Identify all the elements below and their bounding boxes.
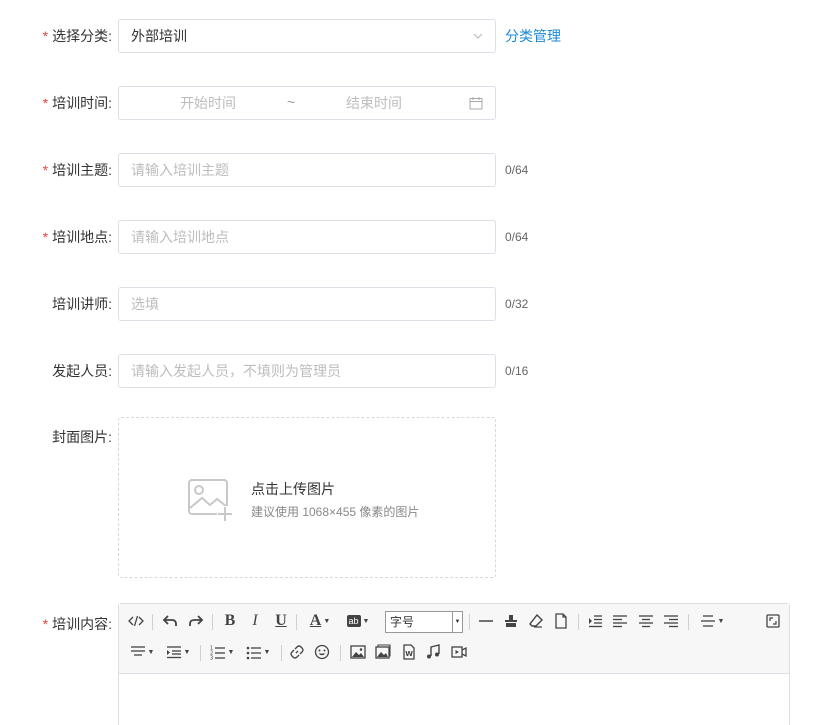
location-label-text: 培训地点:: [52, 229, 112, 245]
time-label: * 培训时间:: [0, 86, 112, 120]
font-size-select-value: 字号: [390, 615, 415, 629]
location-counter: 0/64: [505, 230, 529, 244]
link-icon[interactable]: [286, 641, 308, 663]
music-icon[interactable]: [422, 641, 444, 663]
required-mark: *: [42, 162, 49, 178]
indent-icon[interactable]: [584, 610, 606, 632]
calendar-icon: [469, 97, 483, 110]
cover-upload-area[interactable]: 点击上传图片 建议使用 1068×455 像素的图片: [118, 417, 496, 578]
category-select[interactable]: 外部培训: [118, 19, 496, 53]
image-upload-icon: [188, 479, 233, 522]
video-icon[interactable]: [448, 641, 470, 663]
align-right-icon[interactable]: [660, 610, 682, 632]
unordered-list-icon[interactable]: ▼: [241, 641, 275, 663]
lecturer-counter: 0/32: [505, 297, 529, 311]
toolbar-divider: [578, 614, 579, 630]
location-label: * 培训地点:: [0, 220, 112, 254]
align-center-icon[interactable]: [635, 610, 657, 632]
initiator-counter: 0/16: [505, 364, 529, 378]
lecturer-label-text: 培训讲师:: [52, 296, 112, 312]
document-icon[interactable]: [550, 610, 572, 632]
toolbar-divider: [281, 645, 282, 661]
underline-icon[interactable]: U: [270, 610, 292, 632]
rich-text-editor: B I U A ▼ ab ▼ 字号 ▼ ▼ ▼ ▼ 1 2 3 ▼ ▼ W: [118, 603, 790, 725]
horizontal-line-icon[interactable]: [475, 610, 497, 632]
editor-toolbar: B I U A ▼ ab ▼ 字号 ▼ ▼ ▼ ▼ 1 2 3 ▼ ▼ W: [119, 604, 789, 674]
font-color-icon[interactable]: A ▼: [303, 610, 337, 632]
category-label-text: 选择分类:: [52, 28, 112, 44]
range-separator: ~: [287, 94, 296, 110]
topic-counter: 0/64: [505, 163, 529, 177]
multi-image-icon[interactable]: [372, 641, 394, 663]
category-label: * 选择分类:: [0, 19, 112, 53]
bold-icon[interactable]: B: [219, 610, 241, 632]
location-input[interactable]: [119, 221, 495, 253]
font-size-select[interactable]: 字号 ▼: [385, 611, 463, 633]
align-left-icon[interactable]: [609, 610, 631, 632]
toolbar-divider: [688, 614, 689, 630]
toolbar-divider: [296, 614, 297, 630]
time-range-picker[interactable]: 开始时间 ~ 结束时间: [118, 86, 496, 120]
upload-hint: 建议使用 1068×455 像素的图片: [251, 505, 420, 519]
location-field: [118, 220, 496, 254]
initiator-label-text: 发起人员:: [52, 363, 112, 379]
editor-content-area[interactable]: [119, 674, 789, 725]
cover-label: 封面图片:: [0, 420, 112, 454]
topic-label: * 培训主题:: [0, 153, 112, 187]
svg-text:3: 3: [210, 656, 213, 661]
toolbar-divider: [200, 645, 201, 661]
source-code-icon[interactable]: [125, 610, 147, 632]
paragraph-spacing-icon[interactable]: ▼: [125, 641, 159, 663]
required-mark: *: [42, 229, 49, 245]
initiator-input[interactable]: [119, 355, 495, 387]
chevron-down-icon: [473, 33, 483, 39]
word-document-icon[interactable]: W: [398, 641, 420, 663]
ordered-list-icon[interactable]: 1 2 3 ▼: [205, 641, 239, 663]
italic-icon[interactable]: I: [244, 610, 266, 632]
required-mark: *: [42, 616, 49, 632]
required-mark: *: [42, 95, 49, 111]
toolbar-divider: [469, 614, 470, 630]
upload-title: 点击上传图片: [251, 481, 335, 497]
toolbar-divider: [340, 645, 341, 661]
topic-field: [118, 153, 496, 187]
eraser-icon[interactable]: [525, 610, 547, 632]
lecturer-field: [118, 287, 496, 321]
svg-text:W: W: [405, 650, 413, 658]
topic-label-text: 培训主题:: [52, 162, 112, 178]
toolbar-divider: [212, 614, 213, 630]
lecturer-label: 培训讲师:: [0, 287, 112, 321]
cover-label-text: 封面图片:: [52, 429, 112, 445]
start-time-input[interactable]: 开始时间: [148, 87, 268, 119]
emoji-icon[interactable]: [311, 641, 333, 663]
paragraph-format-icon[interactable]: [500, 610, 522, 632]
fullscreen-icon[interactable]: [762, 610, 784, 632]
undo-icon[interactable]: [159, 610, 181, 632]
content-label-text: 培训内容:: [52, 616, 112, 632]
highlight-color-icon[interactable]: ab ▼: [341, 610, 375, 632]
time-label-text: 培训时间:: [52, 95, 112, 111]
content-label: * 培训内容:: [0, 607, 112, 641]
category-manage-link[interactable]: 分类管理: [505, 19, 561, 53]
required-mark: *: [42, 28, 49, 44]
image-icon[interactable]: [347, 641, 369, 663]
initiator-field: [118, 354, 496, 388]
text-indent-icon[interactable]: ▼: [161, 641, 195, 663]
end-time-input[interactable]: 结束时间: [314, 87, 434, 119]
topic-input[interactable]: [119, 154, 495, 186]
toolbar-divider: [152, 614, 153, 630]
chevron-down-icon: ▼: [452, 612, 462, 632]
line-height-icon[interactable]: ▼: [695, 610, 729, 632]
lecturer-input[interactable]: [119, 288, 495, 320]
initiator-label: 发起人员:: [0, 354, 112, 388]
redo-icon[interactable]: [185, 610, 207, 632]
category-select-value: 外部培训: [131, 28, 187, 44]
